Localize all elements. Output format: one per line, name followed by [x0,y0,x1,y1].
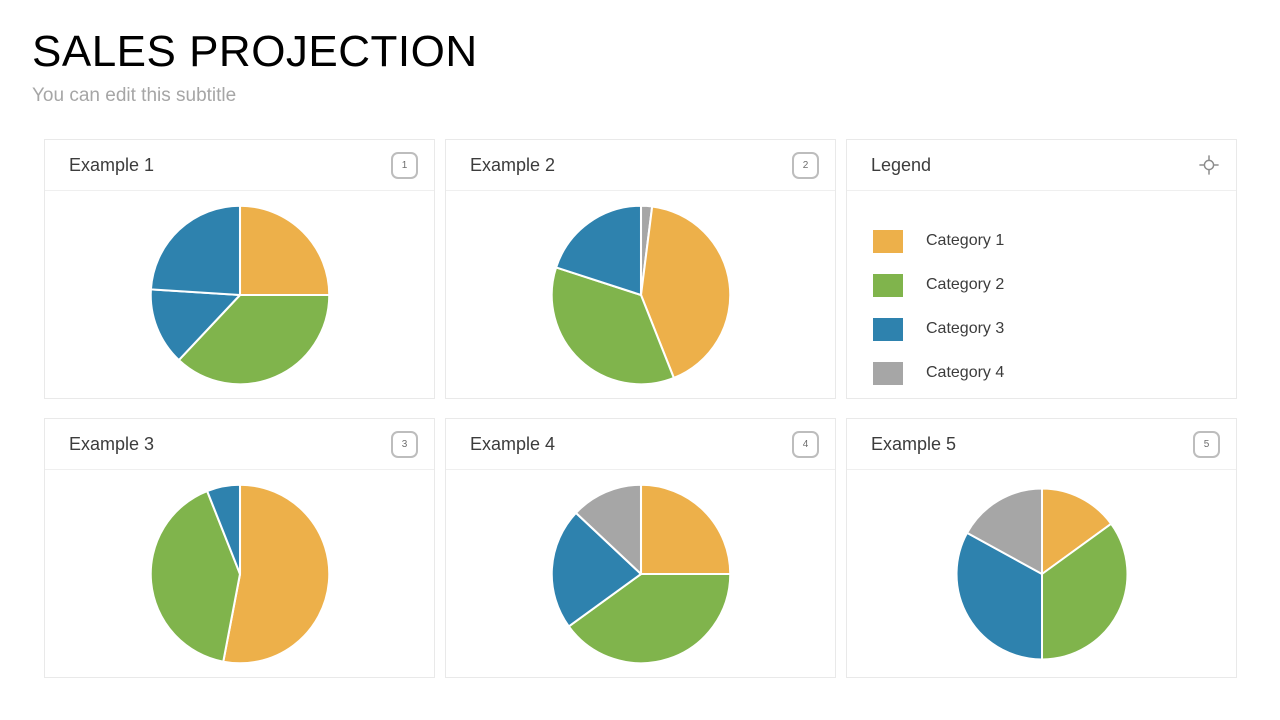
card-title: Example 3 [69,433,155,454]
legend-label: Category 4 [926,364,1005,381]
legend-item[interactable]: Category 1 [873,219,1236,263]
legend-item[interactable]: Category 2 [873,263,1236,307]
card-header: Example 5 5 [847,419,1236,470]
title-block: SALES PROJECTION You can edit this subti… [32,26,478,108]
legend-item[interactable]: Category 3 [873,307,1236,351]
chart-card-example-3[interactable]: Example 3 3 [44,418,435,678]
pie-chart-4[interactable] [548,481,734,667]
chart-card-example-2[interactable]: Example 2 2 [445,139,836,399]
card-header: Example 2 2 [446,140,835,191]
legend-list: Category 1 Category 2 Category 3 Categor… [847,191,1236,398]
legend-swatch-category-4 [873,361,903,385]
legend-swatch-category-2 [873,273,903,297]
legend-header: Legend [847,140,1236,191]
card-body [45,191,434,398]
card-badge[interactable]: 2 [792,151,819,179]
legend-label: Category 1 [926,232,1005,249]
card-title: Example 1 [69,154,155,175]
card-header: Example 3 3 [45,419,434,470]
card-grid: Example 1 1 Example 2 2 Legend Category … [44,139,1237,678]
pie-chart-5[interactable] [953,485,1131,663]
card-body [446,191,835,398]
pie-chart-1[interactable] [147,202,333,388]
pie-chart-3[interactable] [147,481,333,667]
legend-swatch-category-3 [873,317,903,341]
slide-root: SALES PROJECTION You can edit this subti… [0,0,1280,720]
chart-card-example-1[interactable]: Example 1 1 [44,139,435,399]
card-title: Example 2 [470,154,556,175]
card-title: Example 5 [871,433,957,454]
card-badge[interactable]: 4 [792,430,819,458]
card-badge[interactable]: 1 [391,151,418,179]
card-body [847,470,1236,677]
chart-card-example-5[interactable]: Example 5 5 [846,418,1237,678]
chart-card-example-4[interactable]: Example 4 4 [445,418,836,678]
card-header: Example 1 1 [45,140,434,191]
page-title: SALES PROJECTION [32,27,478,76]
legend-title: Legend [871,154,932,175]
legend-label: Category 3 [926,320,1005,337]
pie-chart-2[interactable] [548,202,734,388]
legend-label: Category 2 [926,276,1005,293]
card-body [45,470,434,677]
legend-item[interactable]: Category 4 [873,351,1236,395]
card-badge[interactable]: 3 [391,430,418,458]
page-subtitle: You can edit this subtitle [32,85,237,106]
legend-swatch-category-1 [873,229,903,253]
card-header: Example 4 4 [446,419,835,470]
crosshair-icon[interactable] [1198,154,1220,176]
card-badge[interactable]: 5 [1193,430,1220,458]
card-title: Example 4 [470,433,556,454]
legend-card: Legend Category 1 Category 2 Category 3 … [846,139,1237,399]
card-body [446,470,835,677]
